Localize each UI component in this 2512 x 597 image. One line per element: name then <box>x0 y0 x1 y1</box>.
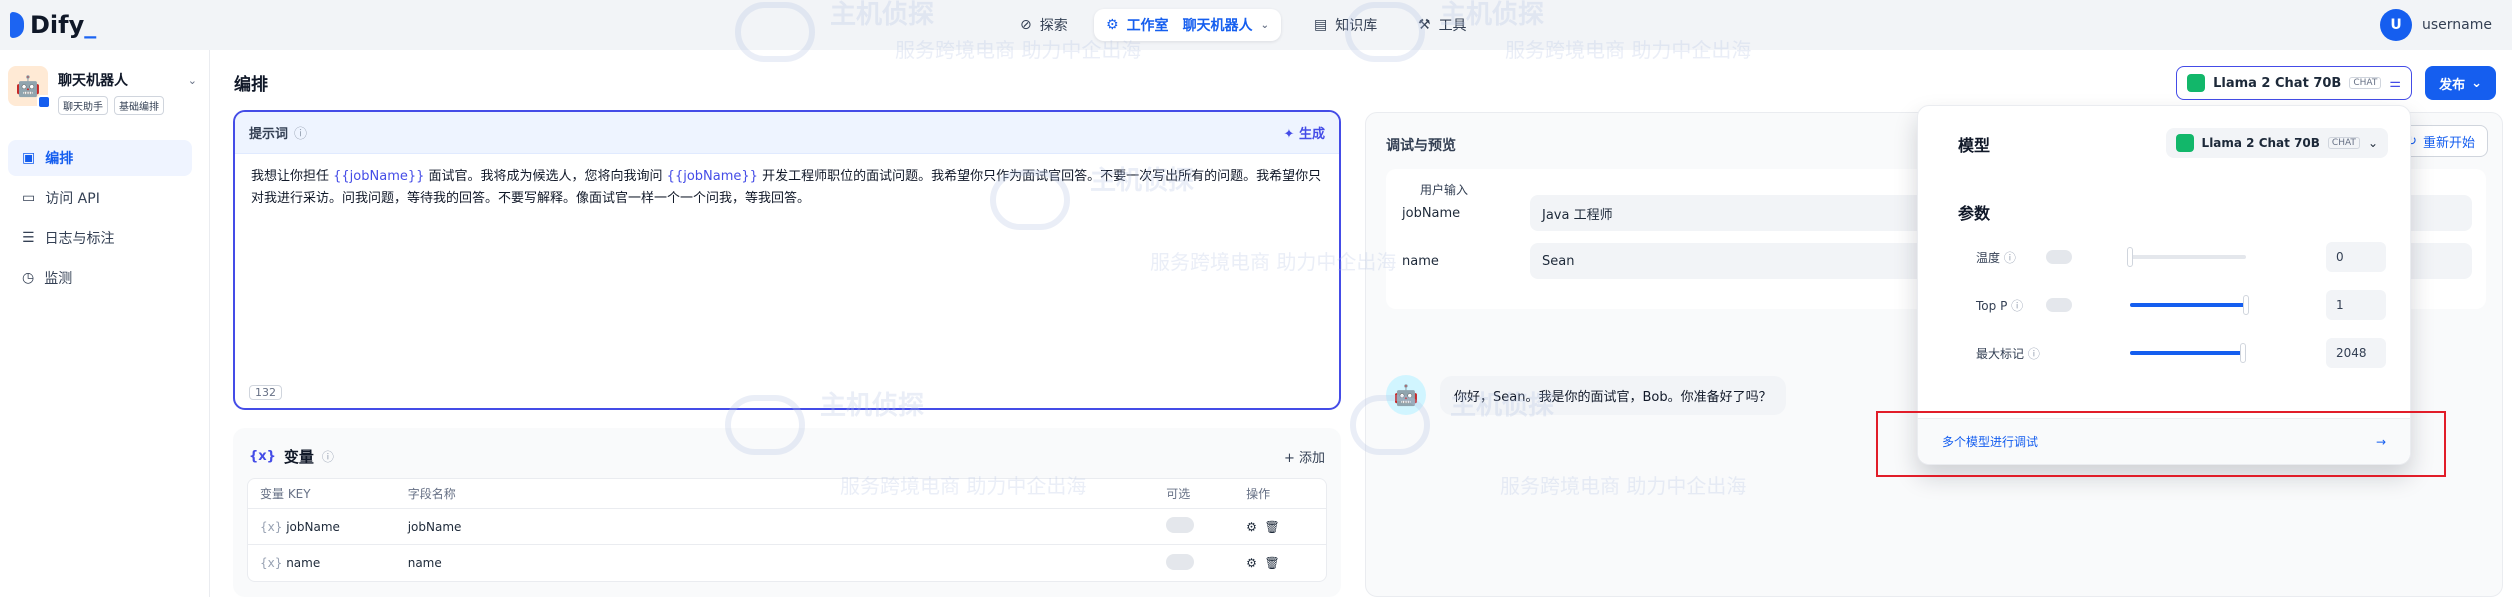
hammer-icon: ⚒ <box>1418 17 1431 33</box>
info-icon: ⓘ <box>2027 346 2040 361</box>
param-top-p: Top P ⓘ 1 <box>1976 290 2386 320</box>
book-icon: ▤ <box>1314 17 1328 33</box>
studio-icon: ⚙ <box>1106 17 1119 33</box>
prompt-text[interactable]: 我想让你担任 {{jobName}} 面试官。我将成为候选人，您将向我询问 {{… <box>235 154 1339 222</box>
breadcrumb-app[interactable]: 聊天机器人 <box>1183 15 1253 35</box>
sparkle-icon: ✦ <box>1283 127 1295 142</box>
user-menu[interactable]: U username <box>2380 9 2492 41</box>
nav-knowledge[interactable]: ▤ 知识库 <box>1302 9 1389 41</box>
top-p-slider[interactable] <box>2130 295 2249 315</box>
model-section-title: 模型 <box>1958 136 1991 155</box>
char-count: 132 <box>249 385 282 400</box>
username: username <box>2422 17 2492 33</box>
param-temperature: 温度 ⓘ 0 <box>1976 242 2386 272</box>
nav-tools[interactable]: ⚒ 工具 <box>1406 9 1479 41</box>
sidebar-item-orchestrate[interactable]: ▣ 编排 <box>8 140 192 176</box>
optional-toggle[interactable] <box>1166 517 1195 533</box>
sidebar-item-api[interactable]: ▭ 访问 API <box>8 180 192 216</box>
dify-logo-mark <box>10 12 24 38</box>
variables-panel: {x} 变量 ⓘ + 添加 变量 KEY 字段名称 可选 操作 {x} jobN… <box>233 428 1341 597</box>
variables-table: 变量 KEY 字段名称 可选 操作 {x} jobName jobName ⚙ … <box>247 478 1327 582</box>
temperature-toggle[interactable] <box>2046 250 2072 264</box>
sidebar-item-logs[interactable]: ☰ 日志与标注 <box>8 220 192 256</box>
publish-button[interactable]: 发布 ⌄ <box>2425 66 2496 100</box>
variable-token: {{jobName}} <box>333 169 425 184</box>
sliders-icon: ⚌ <box>2389 75 2401 91</box>
max-tokens-slider[interactable] <box>2130 343 2246 363</box>
terminal-icon: ▭ <box>22 190 36 206</box>
prompt-editor[interactable]: 提示词 ⓘ ✦ 生成 我想让你担任 {{jobName}} 面试官。我将成为候选… <box>233 110 1341 410</box>
dify-logo-text: Dify_ <box>30 11 97 39</box>
gear-icon[interactable]: ⚙ <box>1246 556 1257 570</box>
model-dropdown[interactable]: Llama 2 Chat 70B CHAT ⌄ <box>2165 128 2388 158</box>
app-name: 聊天机器人 <box>58 73 128 89</box>
trash-icon[interactable]: 🗑 <box>1265 556 1280 570</box>
layout-icon: ▣ <box>22 150 36 166</box>
app-type-tag: 聊天助手 <box>58 96 108 115</box>
avatar: U <box>2380 9 2412 41</box>
dify-logo[interactable]: Dify_ <box>10 10 96 40</box>
chat-badge-icon <box>37 95 51 109</box>
info-icon: ⓘ <box>294 127 308 142</box>
chat-message: 🤖 你好，Sean。我是你的面试官，Bob。你准备好了吗？ <box>1386 375 1786 415</box>
top-p-toggle[interactable] <box>2046 298 2072 312</box>
nav-studio[interactable]: ⚙ 工作室 聊天机器人 ⌄ <box>1094 9 1281 41</box>
trash-icon[interactable]: 🗑 <box>1265 520 1280 534</box>
file-list-icon: ☰ <box>22 230 35 246</box>
bot-avatar-icon: 🤖 <box>1386 375 1426 415</box>
table-header: 变量 KEY 字段名称 可选 操作 <box>248 479 1326 509</box>
info-icon: ⓘ <box>2011 298 2024 313</box>
generate-button[interactable]: ✦ 生成 <box>1284 123 1325 142</box>
chevron-down-icon: ⌄ <box>1260 19 1269 31</box>
add-variable-button[interactable]: + 添加 <box>1284 447 1325 466</box>
info-icon: ⓘ <box>321 450 334 464</box>
nav-explore[interactable]: ⊘ 探索 <box>1008 9 1080 41</box>
top-bar: Dify_ ⊘ 探索 ⚙ 工作室 聊天机器人 ⌄ ▤ 知识库 ⚒ 工具 U username <box>0 0 2512 50</box>
variables-title: 变量 <box>283 448 314 466</box>
optional-toggle[interactable] <box>1166 553 1195 570</box>
model-provider-icon <box>2187 74 2206 92</box>
compass-icon: ⊘ <box>1020 17 1032 33</box>
page-title: 编排 <box>234 75 268 95</box>
temperature-slider[interactable] <box>2127 247 2246 267</box>
model-provider-icon <box>2175 134 2194 152</box>
variable-icon: {x} <box>249 449 276 464</box>
app-mode-tag: 基础编排 <box>114 96 164 115</box>
sidebar: 🤖 聊天机器人 聊天助手 基础编排 ⌄ ▣ 编排 ▭ 访问 API ☰ 日志与标注 ◷… <box>0 50 210 597</box>
model-type-tag: CHAT <box>2327 137 2360 149</box>
variable-icon: {x} <box>260 556 283 570</box>
top-p-value[interactable]: 1 <box>2326 290 2386 320</box>
param-max-tokens: 最大标记 ⓘ 2048 <box>1976 338 2386 368</box>
chevron-down-icon[interactable]: ⌄ <box>188 74 197 87</box>
chevron-down-icon: ⌄ <box>2471 75 2482 91</box>
max-tokens-value[interactable]: 2048 <box>2326 338 2386 368</box>
message-bubble: 你好，Sean。我是你的面试官，Bob。你准备好了吗？ <box>1440 375 1786 415</box>
chevron-down-icon: ⌄ <box>2367 136 2378 150</box>
model-type-tag: CHAT <box>2349 77 2382 89</box>
prompt-header: 提示词 ⓘ ✦ 生成 <box>235 112 1339 154</box>
model-selector-button[interactable]: Llama 2 Chat 70B CHAT ⚌ <box>2176 66 2412 100</box>
info-icon: ⓘ <box>2003 250 2016 265</box>
params-section-title: 参数 <box>1958 204 1991 223</box>
app-header[interactable]: 🤖 聊天机器人 聊天助手 基础编排 ⌄ <box>8 66 203 116</box>
prompt-title: 提示词 <box>249 127 289 142</box>
table-row: {x} jobName jobName ⚙ 🗑 <box>248 509 1326 545</box>
highlight-annotation <box>1876 411 2446 477</box>
table-row: {x} name name ⚙ 🗑 <box>248 545 1326 581</box>
debug-title: 调试与预览 <box>1386 138 1456 154</box>
variable-icon: {x} <box>260 519 283 534</box>
dashboard-icon: ◷ <box>22 270 35 286</box>
gear-icon[interactable]: ⚙ <box>1246 520 1257 534</box>
sidebar-item-monitor[interactable]: ◷ 监测 <box>8 260 192 296</box>
robot-icon: 🤖 <box>8 66 51 109</box>
temperature-value[interactable]: 0 <box>2326 242 2386 272</box>
variable-token: {{jobName}} <box>666 169 758 184</box>
